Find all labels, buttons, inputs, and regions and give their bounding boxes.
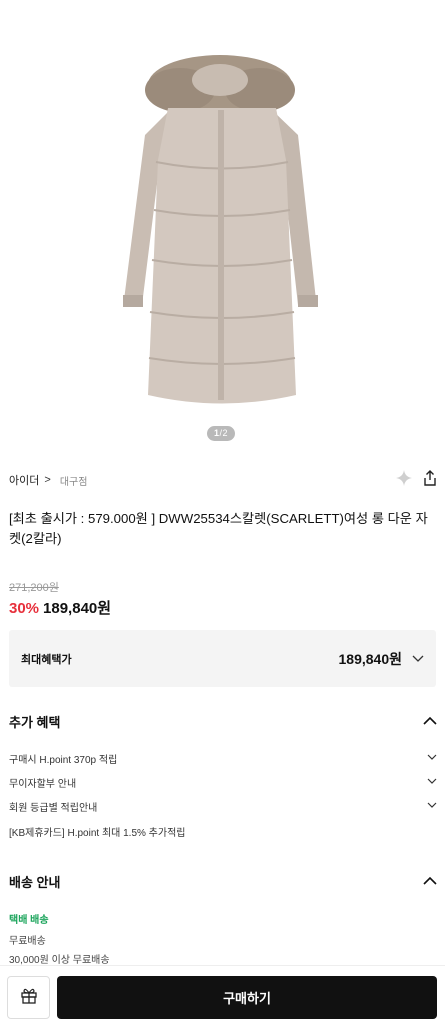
product-title: [최초 출시가 : 579.000원 ] DWW25534스칼렛(SCARLET… [9, 511, 428, 546]
benefit-label: 회원 등급별 적립안내 [9, 802, 98, 814]
shipping-condition: 30,000원 이상 무료배송 [9, 955, 110, 966]
bottom-action-bar: 구매하기 [0, 965, 445, 1024]
chevron-down-icon [427, 753, 437, 764]
benefit-label: 구매시 H.point 370p 적립 [9, 754, 118, 766]
benefit-label: 무이자할부 안내 [9, 778, 77, 790]
price-row: 30% 189,840원 [9, 597, 111, 618]
benefit-label: [KB제휴카드] H.point 최대 1.5% 추가적립 [9, 827, 186, 839]
max-benefit-value: 189,840원 [338, 650, 403, 667]
shipping-fee: 무료배송 [9, 936, 46, 947]
chevron-up-icon[interactable] [423, 872, 437, 890]
image-pager: 1/2 [207, 426, 235, 441]
max-benefit-label: 최대혜택가 [21, 653, 72, 666]
benefit-item[interactable]: 무이자할부 안내 [9, 773, 437, 791]
shipping-header[interactable]: 배송 안내 [9, 871, 437, 891]
max-benefit-box[interactable]: 최대혜택가 189,840원 [9, 630, 436, 687]
brand-row: 아이더 > 대구점 [9, 469, 437, 492]
benefit-item: [KB제휴카드] H.point 최대 1.5% 추가적립 [9, 822, 437, 840]
shipping-method: 택배 배송 [9, 915, 49, 926]
store-name: 대구점 [59, 476, 88, 488]
shipping-heading: 배송 안내 [9, 874, 61, 890]
share-icon[interactable] [423, 469, 437, 491]
product-image [123, 55, 318, 404]
buy-button[interactable]: 구매하기 [57, 976, 437, 1019]
chevron-up-icon[interactable] [423, 712, 437, 730]
extra-benefits-heading: 추가 혜택 [9, 714, 61, 730]
brand-link[interactable]: 아이더 [9, 472, 39, 488]
pager-total: 2 [222, 428, 229, 438]
extra-benefits-header[interactable]: 추가 혜택 [9, 711, 437, 731]
chevron-down-icon [427, 801, 437, 812]
chevron-down-icon [427, 777, 437, 788]
chevron-right-icon: > [44, 474, 51, 486]
product-image-carousel[interactable]: 1/2 [0, 0, 445, 455]
gift-button[interactable] [7, 976, 50, 1019]
benefit-item[interactable]: 회원 등급별 적립안내 [9, 797, 437, 815]
original-price: 271,200원 [9, 582, 59, 594]
diamond-icon[interactable] [395, 469, 413, 492]
sale-price: 189,840원 [43, 600, 112, 617]
benefit-item[interactable]: 구매시 H.point 370p 적립 [9, 749, 437, 767]
chevron-down-icon [412, 650, 424, 668]
gift-icon [20, 986, 38, 1009]
discount-rate: 30% [9, 600, 40, 617]
